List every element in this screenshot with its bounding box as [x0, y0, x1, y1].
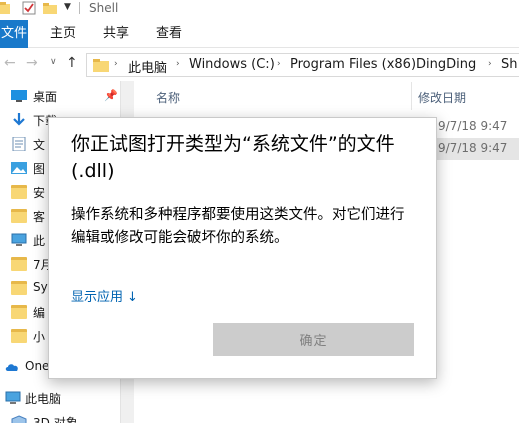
tab-home[interactable]: 主页: [50, 20, 76, 48]
nav-item-this-pc[interactable]: 此电脑: [0, 387, 120, 411]
file-date-modified: 9/7/18 9:47: [438, 119, 508, 133]
system-file-warning-dialog: 你正试图打开类型为“系统文件”的文件(.dll) 操作系统和多种程序都要使用这类…: [48, 117, 437, 379]
show-apps-link[interactable]: 显示应用 ↓: [71, 286, 138, 305]
folder-icon: [93, 59, 109, 72]
nav-item-label: 桌面: [33, 90, 58, 104]
chevron-right-icon[interactable]: ›: [403, 59, 407, 69]
title-bar: ▼ Shell: [0, 0, 519, 20]
3d-objects-icon: [11, 415, 27, 423]
chevron-right-icon[interactable]: ›: [488, 59, 492, 69]
recent-locations-dropdown-icon[interactable]: ∨: [50, 57, 57, 67]
folder-icon: [11, 209, 27, 223]
nav-item-label: 此电脑: [25, 392, 62, 406]
title-divider: [79, 2, 80, 14]
properties-check-icon[interactable]: [22, 1, 36, 15]
new-folder-icon[interactable]: [43, 1, 57, 15]
forward-arrow-icon[interactable]: →: [26, 55, 38, 71]
dialog-message: 操作系统和多种程序都要使用这类文件。对它们进行编辑或修改可能会破坏你的系统。: [71, 207, 405, 246]
address-bar[interactable]: › 此电脑 › Windows (C:) › Program Files (x8…: [86, 53, 519, 77]
arrow-down-icon: ↓: [127, 290, 138, 305]
tab-view[interactable]: 查看: [156, 20, 182, 48]
breadcrumb-dingding[interactable]: DingDing: [416, 57, 476, 72]
back-arrow-icon[interactable]: ←: [4, 55, 16, 71]
navigation-bar: ← → ∨ ↑ › 此电脑 › Windows (C:) › Program F…: [0, 49, 519, 81]
tab-file[interactable]: 文件: [0, 20, 28, 48]
cloud-icon: [5, 364, 18, 371]
nav-item-label: 客: [33, 210, 46, 224]
file-list-header: 名称 修改日期: [136, 82, 519, 110]
breadcrumb-drive-c[interactable]: Windows (C:): [189, 57, 275, 72]
folder-icon: [11, 257, 27, 271]
monitor-icon: [5, 391, 21, 404]
column-header-name[interactable]: 名称: [156, 89, 180, 106]
desktop-icon: [11, 90, 27, 102]
nav-item-label: 编: [33, 306, 46, 320]
nav-item-label: 此: [33, 234, 46, 248]
dialog-title: 你正试图打开类型为“系统文件”的文件(.dll): [71, 133, 395, 182]
download-arrow-icon: [13, 113, 25, 126]
folder-icon[interactable]: [0, 1, 10, 15]
nav-item-label: Sy: [33, 280, 48, 294]
monitor-icon: [11, 233, 27, 246]
nav-item-3d-objects[interactable]: 3D 对象: [0, 411, 120, 423]
breadcrumb-this-pc[interactable]: 此电脑: [128, 57, 167, 76]
ribbon-tabs: 文件 主页 共享 查看: [0, 20, 519, 48]
up-arrow-icon[interactable]: ↑: [66, 55, 78, 71]
folder-icon: [11, 185, 27, 199]
folder-icon: [11, 281, 27, 295]
nav-item-label: One: [25, 359, 50, 373]
document-icon: [12, 137, 26, 151]
nav-item-label: 文: [33, 138, 46, 152]
quick-access-dropdown-icon[interactable]: ▼: [64, 2, 71, 12]
nav-item-desktop[interactable]: 桌面 📌: [0, 85, 120, 109]
breadcrumb-program-files[interactable]: Program Files (x86): [290, 57, 416, 72]
folder-icon: [11, 305, 27, 319]
ok-button[interactable]: 确定: [213, 323, 414, 356]
pin-icon[interactable]: 📌: [104, 89, 118, 102]
file-date-modified: 9/7/18 9:47: [438, 141, 508, 155]
tab-share[interactable]: 共享: [103, 20, 129, 48]
picture-icon: [11, 162, 27, 174]
nav-item-label: 安: [33, 186, 46, 200]
chevron-right-icon[interactable]: ›: [277, 59, 281, 69]
breadcrumb-shell[interactable]: Sh: [501, 57, 518, 72]
nav-item-label: 3D 对象: [33, 416, 78, 423]
folder-icon: [11, 329, 27, 343]
chevron-right-icon[interactable]: ›: [176, 59, 180, 69]
show-apps-label: 显示应用: [71, 290, 124, 305]
column-divider[interactable]: [411, 82, 412, 110]
chevron-right-icon[interactable]: ›: [114, 59, 118, 69]
nav-item-label: 图: [33, 162, 46, 176]
window-title: Shell: [89, 1, 119, 15]
column-header-date-modified[interactable]: 修改日期: [418, 89, 466, 106]
nav-item-label: 小: [33, 330, 46, 344]
